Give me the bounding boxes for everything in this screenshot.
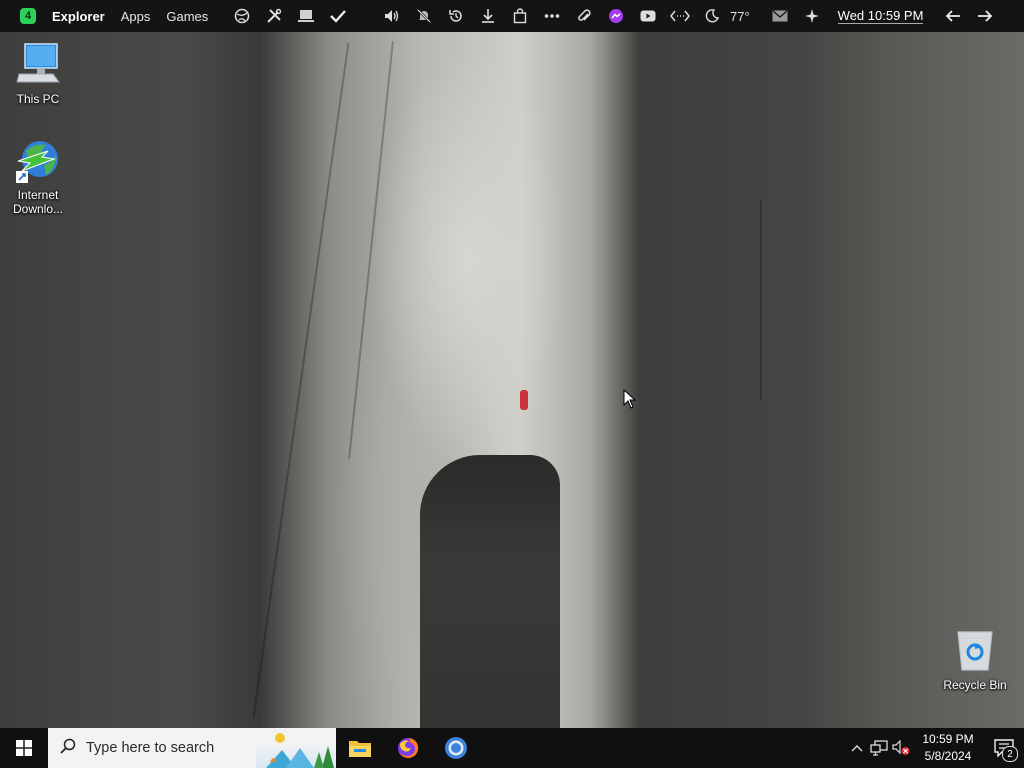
taskbar-app-file-explorer[interactable]: [336, 728, 384, 768]
paperclip-icon[interactable]: [573, 5, 595, 27]
desktop-icon-recycle-bin[interactable]: Recycle Bin: [937, 628, 1013, 692]
search-icon: [60, 738, 76, 759]
wallpaper-rock-pillar: [420, 455, 560, 730]
desktop-icon-internet-download-manager[interactable]: Internet Downlo...: [0, 137, 76, 216]
search-highlight-illustration: [256, 728, 336, 768]
menu-apps[interactable]: Apps: [121, 9, 151, 24]
notifications-off-icon[interactable]: [413, 5, 435, 27]
taskbar-time: 10:59 PM: [922, 732, 974, 746]
youtube-icon[interactable]: [637, 5, 659, 27]
computer-icon: [0, 42, 76, 89]
chrome-icon: [445, 737, 467, 759]
wallpaper-streak: [348, 41, 394, 459]
wallpaper-streak: [760, 200, 762, 400]
chevron-up-icon[interactable]: [846, 728, 868, 768]
menu-explorer[interactable]: Explorer: [52, 9, 105, 24]
laptop-icon[interactable]: [295, 5, 317, 27]
volume-muted-icon[interactable]: [890, 728, 912, 768]
code-icon[interactable]: [669, 5, 691, 27]
taskbar-clock[interactable]: 10:59 PM 5/8/2024: [912, 731, 984, 765]
desktop-icon-label: Internet Downlo...: [12, 188, 64, 216]
search-placeholder: Type here to search: [86, 740, 215, 756]
more-icon[interactable]: [541, 5, 563, 27]
wallpaper-streak: [252, 43, 350, 717]
taskbar-app-chrome[interactable]: [432, 728, 480, 768]
idm-globe-icon: [14, 137, 62, 185]
taskbar-app-firefox[interactable]: [384, 728, 432, 768]
mail-icon[interactable]: [769, 5, 791, 27]
system-tray: 10:59 PM 5/8/2024 2: [846, 728, 1024, 768]
network-icon[interactable]: [868, 728, 890, 768]
volume-icon[interactable]: [381, 5, 403, 27]
desktop-icon-this-pc[interactable]: This PC: [0, 42, 76, 106]
start-button[interactable]: [0, 728, 48, 768]
menubar-clock[interactable]: Wed 10:59 PM: [837, 8, 924, 24]
shopping-bag-icon[interactable]: [509, 5, 531, 27]
tools-icon[interactable]: [263, 5, 285, 27]
taskbar: Type here to search 10:59 PM 5/8/2024 2: [0, 728, 1024, 768]
top-menu-bar: 4 Explorer Apps Games 77° Wed 10:59 PM: [0, 0, 1024, 32]
back-arrow-icon[interactable]: [942, 5, 964, 27]
desktop-icon-label: Recycle Bin: [943, 678, 1007, 692]
menu-games[interactable]: Games: [166, 9, 208, 24]
desktop-icon-label: This PC: [16, 92, 60, 106]
weather-temperature[interactable]: 77°: [730, 9, 750, 24]
firefox-icon: [398, 737, 419, 758]
recycle-bin-icon: [937, 628, 1013, 675]
file-explorer-icon: [349, 741, 371, 757]
forward-arrow-icon[interactable]: [974, 5, 996, 27]
history-icon[interactable]: [445, 5, 467, 27]
desktop-wallpaper: [0, 0, 1024, 768]
windows-logo-icon: [16, 740, 32, 756]
mouse-cursor-icon: [623, 388, 637, 414]
workspace-badge[interactable]: 4: [20, 8, 36, 24]
messenger-icon[interactable]: [605, 5, 627, 27]
moon-icon[interactable]: [701, 5, 723, 27]
climber-figure: [520, 390, 528, 410]
globe-icon[interactable]: [231, 5, 253, 27]
notification-count-badge: 2: [1002, 746, 1018, 762]
notification-center-button[interactable]: 2: [984, 728, 1024, 768]
checkmark-icon[interactable]: [327, 5, 349, 27]
download-icon[interactable]: [477, 5, 499, 27]
sparkle-icon[interactable]: [801, 5, 823, 27]
taskbar-date: 5/8/2024: [924, 749, 972, 763]
taskbar-search-box[interactable]: Type here to search: [48, 728, 336, 768]
